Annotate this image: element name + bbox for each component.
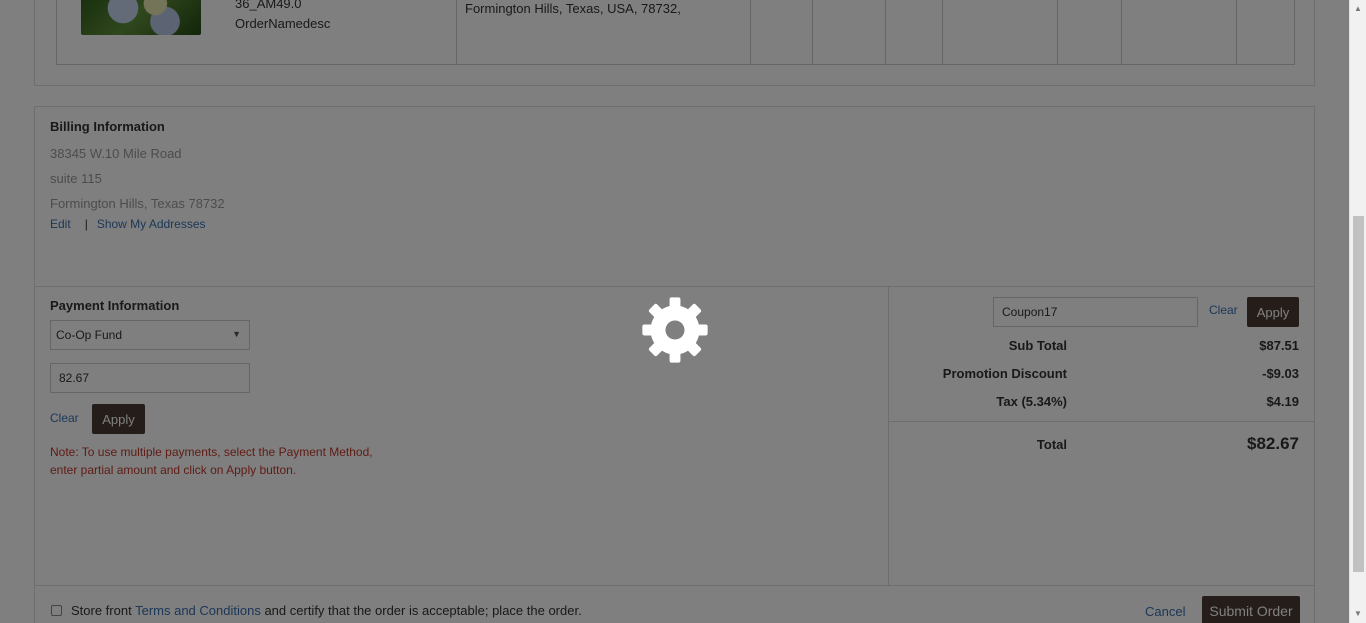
gear-icon [642,297,708,363]
page-scrollbar[interactable]: ▲ ▼ [1349,0,1366,623]
scroll-thumb[interactable] [1353,216,1364,572]
scroll-down-icon[interactable]: ▼ [1354,609,1362,618]
checkout-page: 36_AM49.0 OrderNamedesc Formington Hills… [0,0,1349,623]
scroll-up-icon[interactable]: ▲ [1354,4,1362,13]
loading-overlay [0,0,1349,623]
